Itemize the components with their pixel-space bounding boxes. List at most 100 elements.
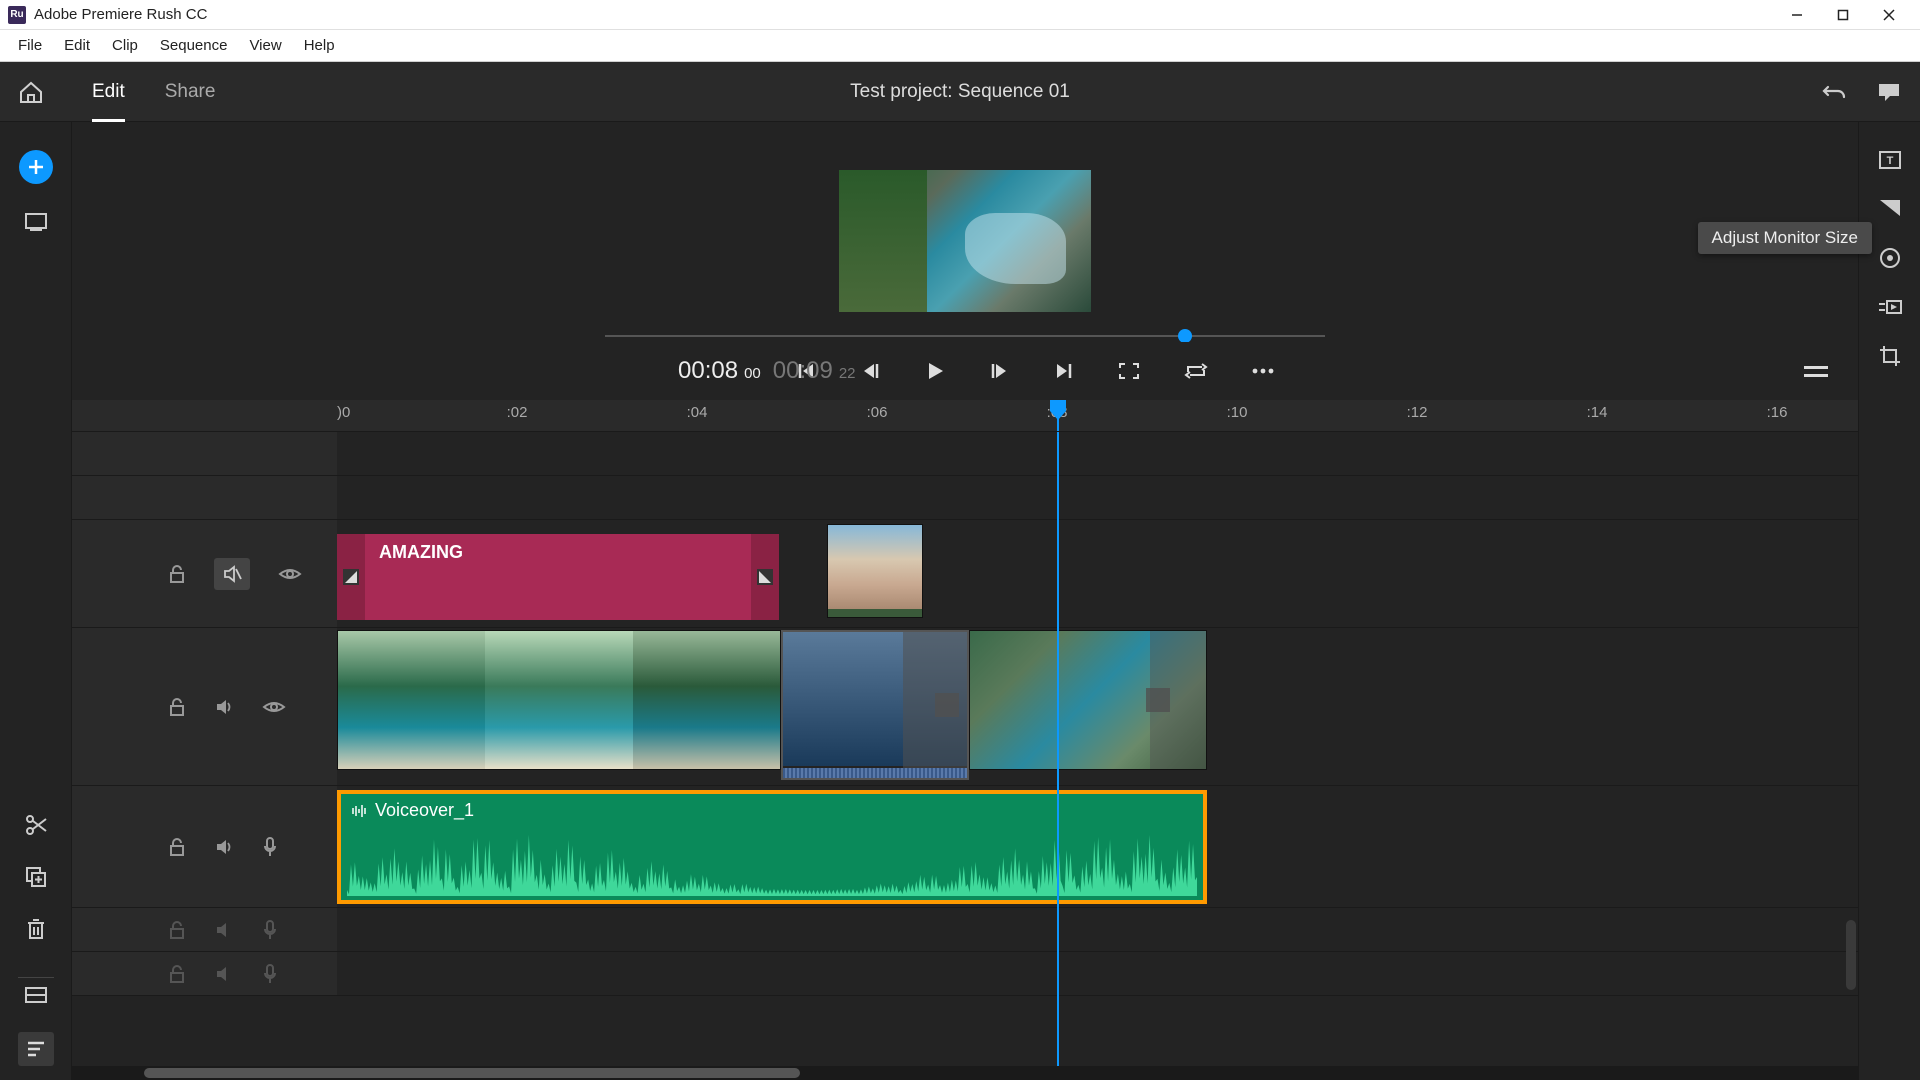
scrollbar-thumb[interactable] [144,1068,800,1078]
tab-share-label: Share [165,81,216,103]
step-forward-icon[interactable] [990,361,1010,381]
video-clip-2[interactable] [781,630,969,780]
mic-icon[interactable] [262,919,278,941]
expand-tracks-icon[interactable] [24,986,48,1004]
ruler-tick: :10 [1227,404,1248,421]
timecode-duration-frames: 22 [839,365,856,382]
lock-icon[interactable] [168,964,186,984]
audio-track-body[interactable]: Voiceover_1 [337,786,1858,907]
preview-monitor[interactable] [839,170,1091,312]
playhead[interactable] [1057,432,1059,1066]
menu-view[interactable]: View [239,33,291,58]
maximize-button[interactable] [1820,0,1866,30]
voiceover-clip-label: Voiceover_1 [375,800,474,821]
speaker-icon[interactable] [214,837,234,857]
pip-clip[interactable] [827,524,923,618]
transport-controls: 00:08 00 00:09 22 [72,342,1858,400]
fade-out-icon[interactable] [757,569,773,585]
title-track: AMAZING [72,520,1858,628]
transition-icon[interactable] [1146,688,1170,712]
timecode-duration: 00:09 [773,357,833,385]
transitions-icon[interactable] [1878,198,1902,218]
pip-audio-strip [828,609,922,617]
app-bar: Edit Share Test project: Sequence 01 [0,62,1920,122]
visibility-icon[interactable] [278,566,302,582]
title-clip[interactable]: AMAZING [337,534,779,620]
speaker-icon[interactable] [214,920,234,940]
menu-edit[interactable]: Edit [54,33,100,58]
visibility-icon[interactable] [262,699,286,715]
audio-track-head [72,786,337,907]
ruler-tick: )0 [337,404,350,421]
time-ruler[interactable]: )0:02:04:06:08:10:12:14:16 [72,400,1858,432]
waveform-display [347,830,1197,896]
video-clip-1[interactable] [337,630,781,770]
play-icon[interactable] [924,360,946,382]
home-icon[interactable] [18,80,44,104]
mic-icon[interactable] [262,963,278,985]
scrub-track[interactable] [605,335,1325,337]
timeline-horizontal-scrollbar[interactable] [72,1066,1858,1080]
project-panel-icon[interactable] [24,212,48,232]
title-track-body[interactable]: AMAZING [337,520,1858,627]
audio-track-extra-1 [72,908,1858,952]
loop-icon[interactable] [1184,362,1208,380]
color-icon[interactable] [1878,246,1902,270]
speaker-icon[interactable] [214,964,234,984]
video-track-head [72,628,337,785]
window-title: Adobe Premiere Rush CC [34,6,1774,23]
lock-icon[interactable] [168,920,186,940]
speaker-icon[interactable] [214,697,234,717]
voiceover-clip[interactable]: Voiceover_1 [337,790,1207,904]
ruler-tick: :06 [867,404,888,421]
go-to-end-icon[interactable] [1054,361,1074,381]
undo-icon[interactable] [1822,81,1848,103]
minimize-button[interactable] [1774,0,1820,30]
step-back-icon[interactable] [860,361,880,381]
right-sidebar: T Adjust Monitor Size [1858,122,1920,1080]
menu-file[interactable]: File [8,33,52,58]
menu-clip[interactable]: Clip [102,33,148,58]
scrub-bar[interactable] [605,330,1325,342]
menu-sequence[interactable]: Sequence [150,33,238,58]
video-clip-3[interactable] [969,630,1207,770]
menu-help[interactable]: Help [294,33,345,58]
timeline-vertical-scrollbar[interactable] [1846,920,1856,990]
titles-icon[interactable]: T [1878,150,1902,170]
transition-icon[interactable] [935,693,959,717]
lock-icon[interactable] [168,837,186,857]
monitor-size-icon[interactable] [1804,366,1828,377]
trash-icon[interactable] [25,917,47,941]
track-options-icon[interactable] [18,1032,54,1066]
scissors-icon[interactable] [24,813,48,837]
duplicate-icon[interactable] [24,865,48,889]
ruler-tick: :12 [1407,404,1428,421]
adjust-monitor-size-tooltip: Adjust Monitor Size [1698,222,1872,254]
waveform-icon [351,804,367,818]
scrub-knob[interactable] [1178,329,1192,343]
svg-text:T: T [1886,155,1893,167]
lock-icon[interactable] [168,697,186,717]
speed-icon[interactable] [1877,298,1903,316]
timecode: 00:08 00 00:09 22 [678,357,856,385]
app-logo: Ru [8,6,26,24]
ruler-tick: :14 [1587,404,1608,421]
mute-icon[interactable] [214,558,250,590]
fade-in-icon[interactable] [343,569,359,585]
main-area: 00:08 00 00:09 22 )0:02:04:06:08:10:12 [0,122,1920,1080]
mic-icon[interactable] [262,836,278,858]
feedback-icon[interactable] [1876,81,1902,103]
more-icon[interactable] [1252,368,1274,374]
tab-edit[interactable]: Edit [72,62,145,122]
playhead-ruler[interactable] [1057,400,1059,431]
add-media-button[interactable] [19,150,53,184]
video-track-body[interactable] [337,628,1858,785]
fullscreen-icon[interactable] [1118,362,1140,380]
lock-icon[interactable] [168,564,186,584]
audio-track: Voiceover_1 [72,786,1858,908]
ruler-tick: :02 [507,404,528,421]
project-title: Test project: Sequence 01 [850,81,1070,103]
close-button[interactable] [1866,0,1912,30]
crop-icon[interactable] [1878,344,1902,368]
tab-share[interactable]: Share [145,62,236,122]
